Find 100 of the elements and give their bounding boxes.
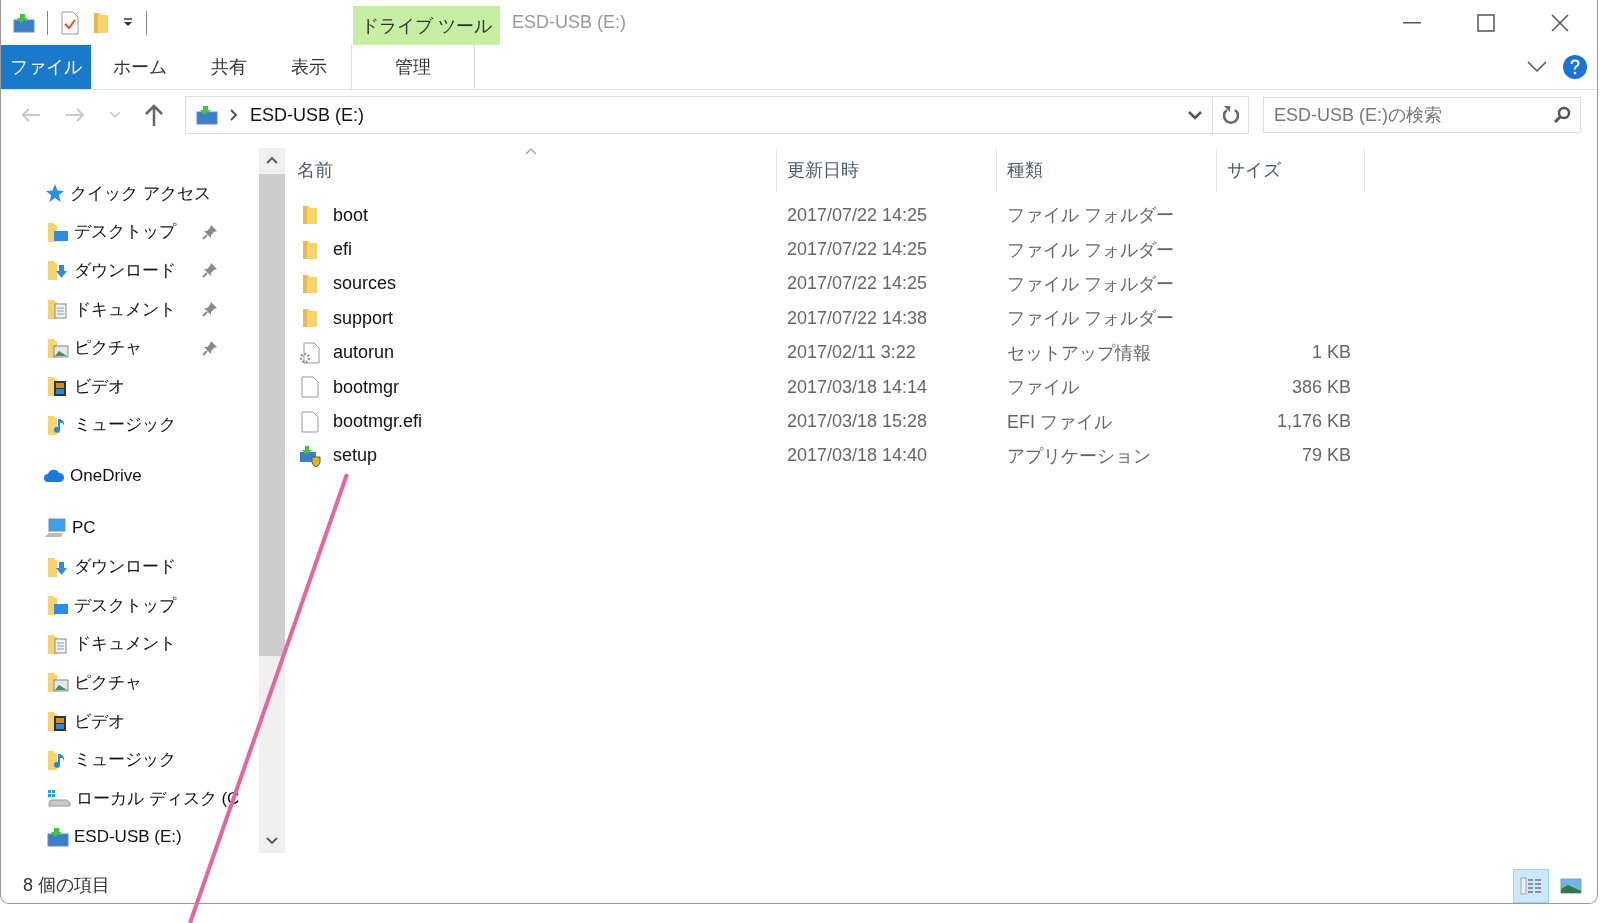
pin-icon xyxy=(202,262,218,279)
sidebar-item[interactable]: ドキュメント xyxy=(1,289,259,329)
download-folder-icon xyxy=(47,555,69,578)
maximize-icon[interactable] xyxy=(1477,13,1495,32)
refresh-icon[interactable] xyxy=(1221,105,1240,125)
file-icon xyxy=(299,410,321,433)
document-folder-icon xyxy=(47,298,69,321)
item-count: 8 個の項目 xyxy=(23,874,110,897)
sidebar-item[interactable]: ミュージック xyxy=(1,740,259,779)
drive-icon xyxy=(47,789,71,808)
sidebar-item[interactable]: PC xyxy=(1,508,259,548)
table-cell-text: ファイル フォルダー xyxy=(1006,307,1175,331)
sidebar-item[interactable]: クイック アクセス xyxy=(1,174,259,213)
ribbon-tab[interactable]: ホーム xyxy=(91,45,189,89)
properties-icon[interactable] xyxy=(60,10,80,35)
chevron-down-icon[interactable] xyxy=(1188,110,1202,120)
up-arrow-icon[interactable] xyxy=(145,104,163,126)
dropdown-arrow-icon[interactable] xyxy=(122,17,134,28)
file-name[interactable]: autorun xyxy=(333,342,395,364)
sidebar-item[interactable]: ビデオ xyxy=(1,701,259,741)
search-icon[interactable] xyxy=(1553,106,1571,124)
picture-folder-icon xyxy=(47,671,69,694)
installer-icon xyxy=(299,444,321,467)
sidebar-item[interactable]: デスクトップ xyxy=(1,585,259,625)
help-icon[interactable] xyxy=(1563,55,1587,79)
search-field[interactable]: ESD-USB (E:)の検索 xyxy=(1263,97,1581,133)
pin-icon xyxy=(202,339,218,356)
table-cell-text: 1 KB xyxy=(1310,342,1352,364)
sidebar-item[interactable]: ピクチャ xyxy=(1,663,259,702)
file-name[interactable]: bootmgr xyxy=(333,376,400,398)
pin-icon xyxy=(202,223,218,240)
desktop-folder-icon xyxy=(47,594,69,617)
sidebar-item[interactable]: ESD-USB (E:) xyxy=(1,817,259,857)
landscape-picture-icon[interactable] xyxy=(1560,877,1582,895)
context-group-label: ドライブ ツール xyxy=(353,6,500,45)
file-name[interactable]: boot xyxy=(333,204,369,226)
sidebar-item[interactable]: ドキュメント xyxy=(1,624,259,664)
desktop-folder-icon xyxy=(47,220,69,243)
file-name[interactable]: sources xyxy=(333,273,397,295)
file-name[interactable]: support xyxy=(333,307,394,329)
table-cell-text: 2017/02/11 3:22 xyxy=(786,342,917,364)
video-folder-icon xyxy=(47,375,69,398)
scrollbar-thumb[interactable] xyxy=(259,174,285,656)
pin-icon xyxy=(202,301,218,318)
table-cell-text: ファイル xyxy=(1006,376,1080,400)
file-icon xyxy=(299,376,321,399)
chevron-right-icon xyxy=(230,109,238,121)
file-name[interactable]: efi xyxy=(333,239,352,261)
table-cell-text: 386 KB xyxy=(1290,376,1352,398)
file-tab[interactable]: ファイル xyxy=(1,45,91,89)
sidebar-item[interactable]: デスクトップ xyxy=(1,212,259,252)
table-cell-text: ファイル フォルダー xyxy=(1006,204,1175,228)
details-view-button[interactable] xyxy=(1513,869,1549,903)
sidebar-item[interactable]: ビデオ xyxy=(1,366,259,406)
scroll-down-icon[interactable] xyxy=(266,837,278,845)
column-header[interactable]: 種類 xyxy=(997,148,1217,192)
table-cell-text: 2017/07/22 14:25 xyxy=(786,204,929,226)
sidebar-item[interactable]: ミュージック xyxy=(1,405,259,445)
table-cell-text: 1,176 KB xyxy=(1275,411,1352,433)
minimize-icon[interactable] xyxy=(1403,21,1421,24)
sidebar-item[interactable]: ピクチャ xyxy=(1,328,259,367)
computer-icon xyxy=(43,518,67,539)
address-bar[interactable]: ESD-USB (E:) xyxy=(185,96,1213,134)
window-title: ESD-USB (E:) xyxy=(511,11,627,34)
refresh-button[interactable] xyxy=(1213,96,1249,134)
table-cell-text: 2017/03/18 15:28 xyxy=(786,411,929,433)
sidebar-item[interactable]: OneDrive xyxy=(1,457,259,496)
ribbon-tab[interactable]: 表示 xyxy=(269,45,349,89)
table-cell-text: ファイル フォルダー xyxy=(1006,238,1175,262)
sidebar-item[interactable]: ダウンロード xyxy=(1,251,259,290)
table-cell-text: セットアップ情報 xyxy=(1006,341,1152,365)
details-list-icon[interactable] xyxy=(1520,877,1542,895)
sidebar-item[interactable]: ダウンロード xyxy=(1,547,259,586)
table-cell-text: 79 KB xyxy=(1300,445,1352,467)
close-icon[interactable] xyxy=(1551,13,1569,32)
usb-drive-icon xyxy=(47,826,69,847)
video-folder-icon xyxy=(47,710,69,732)
table-cell-text: 2017/03/18 14:14 xyxy=(786,376,929,398)
scrollbar[interactable] xyxy=(259,148,285,853)
cloud-icon xyxy=(43,468,65,485)
ribbon-tab[interactable]: 共有 xyxy=(189,45,269,89)
table-cell-text: EFI ファイル xyxy=(1006,410,1113,434)
sort-caret-icon xyxy=(525,148,537,155)
chevron-down-icon[interactable] xyxy=(1527,61,1547,73)
picture-folder-icon xyxy=(47,336,69,359)
table-cell-text: 2017/03/18 14:40 xyxy=(786,445,929,467)
settings-file-icon xyxy=(299,341,321,364)
table-cell-text: 2017/07/22 14:25 xyxy=(786,239,929,261)
column-header[interactable]: 更新日時 xyxy=(777,148,997,192)
document-folder-icon xyxy=(47,632,69,655)
table-cell-text: ファイル フォルダー xyxy=(1006,272,1175,296)
column-header[interactable]: サイズ xyxy=(1217,148,1365,192)
column-header[interactable]: 名前 xyxy=(287,148,777,192)
usb-drive-icon xyxy=(196,105,218,125)
table-cell-text: 2017/07/22 14:38 xyxy=(786,307,929,329)
file-name[interactable]: setup xyxy=(333,445,378,467)
drive-icon xyxy=(13,12,35,33)
file-name[interactable]: bootmgr.efi xyxy=(333,411,423,433)
scroll-up-icon[interactable] xyxy=(266,156,278,164)
address-path[interactable]: ESD-USB (E:) xyxy=(250,104,364,126)
